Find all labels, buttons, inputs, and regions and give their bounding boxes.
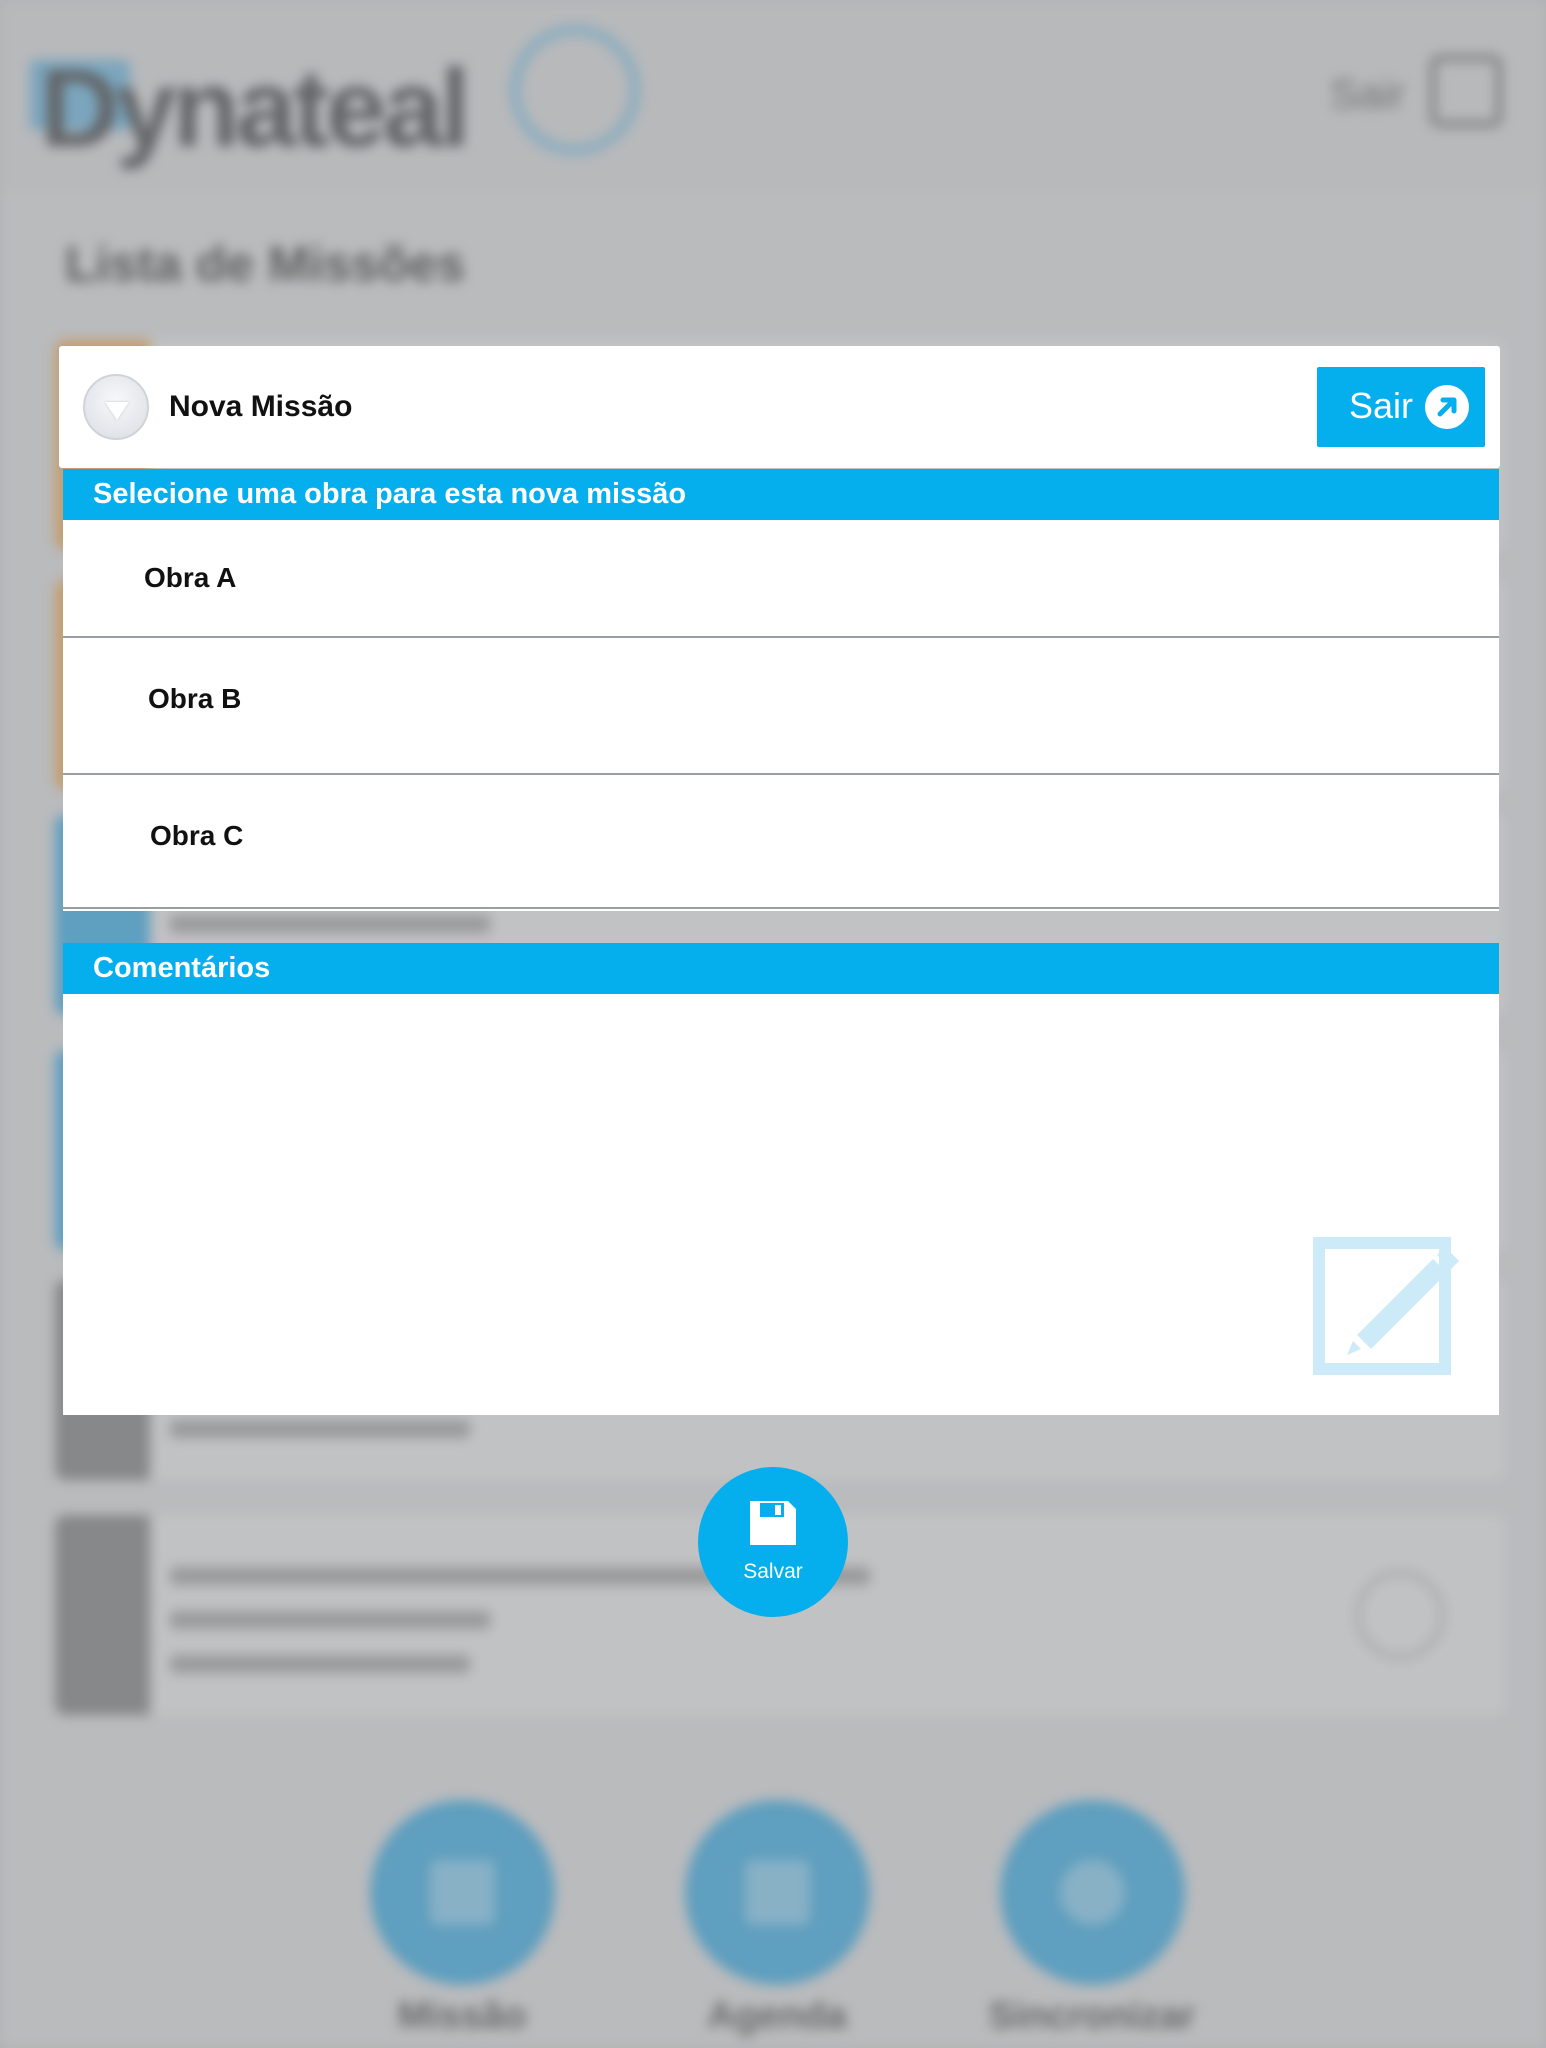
obra-option-label: Obra C	[150, 820, 244, 851]
comments-input[interactable]	[63, 994, 1499, 1415]
modal-header: Nova Missão Sair	[59, 346, 1500, 468]
obra-option-label: Obra B	[148, 683, 242, 714]
comments-section: Comentários	[63, 943, 1499, 1415]
exit-arrow-icon	[1425, 385, 1469, 429]
obra-option-a[interactable]: Obra A	[63, 520, 1499, 638]
save-button[interactable]: Salvar	[698, 1467, 848, 1617]
comments-header: Comentários	[63, 943, 1499, 994]
chevron-down-icon[interactable]	[83, 374, 149, 440]
exit-button[interactable]: Sair	[1317, 367, 1485, 447]
exit-button-label: Sair	[1349, 385, 1414, 426]
edit-icon	[1313, 1237, 1459, 1375]
modal-title: Nova Missão	[169, 390, 353, 423]
obra-option-b[interactable]: Obra B	[63, 638, 1499, 775]
save-button-label: Salvar	[743, 1560, 803, 1583]
obra-option-label: Obra A	[144, 562, 237, 593]
obra-select-section: Selecione uma obra para esta nova missão…	[63, 469, 1499, 911]
obra-section-header: Selecione uma obra para esta nova missão	[63, 469, 1499, 520]
floppy-disk-icon	[750, 1501, 796, 1545]
obra-option-c[interactable]: Obra C	[63, 775, 1499, 909]
